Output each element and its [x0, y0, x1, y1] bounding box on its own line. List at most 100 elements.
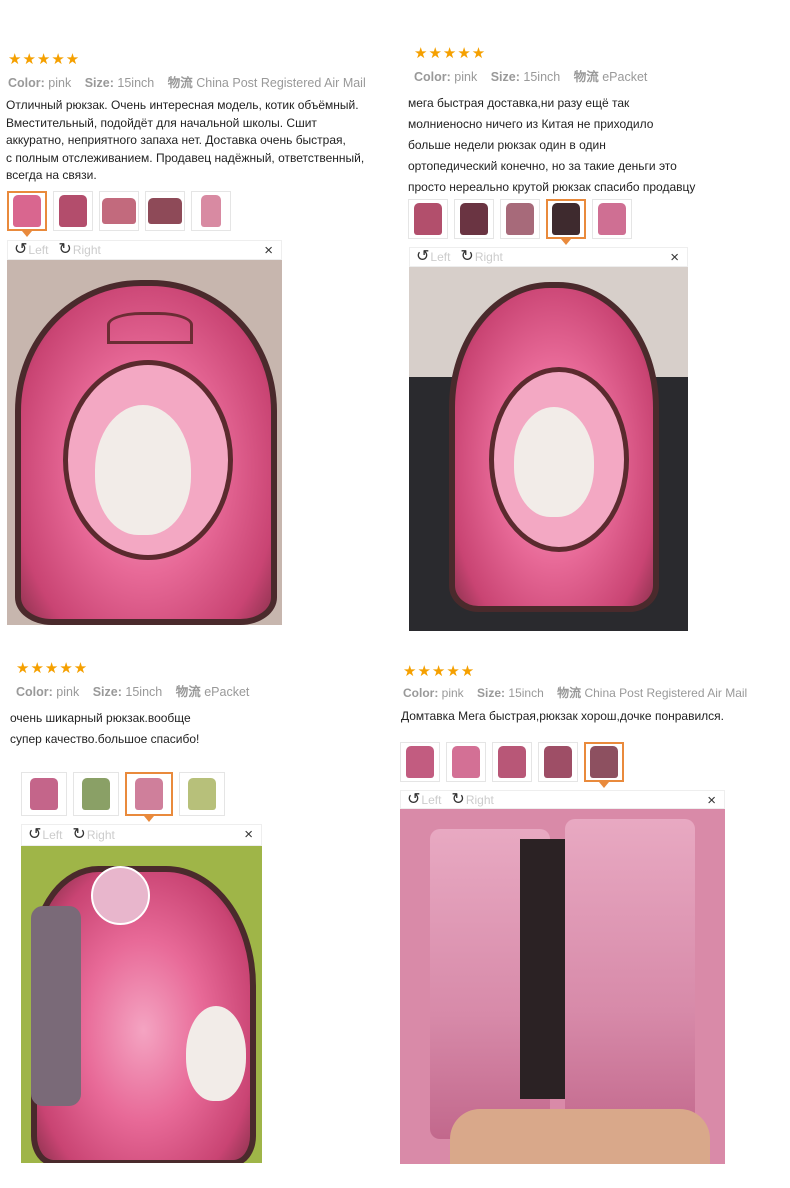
review-photo	[409, 267, 688, 631]
review-card: ★★★★★ Color: pink Size: 15inch 物流 China …	[401, 664, 786, 725]
shipping-label: 物流	[573, 70, 599, 84]
shipping-value: China Post Registered Air Mail	[584, 686, 748, 700]
hang-tag	[91, 866, 150, 925]
review-photo	[400, 809, 725, 1164]
thumbnail[interactable]	[179, 772, 225, 816]
thumbnail[interactable]	[99, 191, 139, 231]
thumbnail[interactable]	[446, 742, 486, 782]
thumbnail[interactable]	[125, 772, 173, 822]
shipping-label: 物流	[175, 685, 201, 699]
thumbnail[interactable]	[7, 191, 47, 237]
viewer-toolbar: ↺ Left ↻ Right ×	[409, 247, 688, 267]
close-icon[interactable]: ×	[707, 792, 716, 809]
review-text: мега быстрая доставка,ни разу ещё так мо…	[408, 96, 696, 194]
review-meta: Color: pink Size: 15inch 物流 ePacket	[414, 66, 782, 85]
thumbnail-strip	[400, 742, 624, 788]
shipping-value: ePacket	[602, 70, 648, 84]
size-value: 15inch	[117, 76, 155, 90]
rotate-left-icon[interactable]: ↺	[407, 791, 420, 808]
thumbnail[interactable]	[454, 199, 494, 239]
thumbnail[interactable]	[53, 191, 93, 231]
close-icon[interactable]: ×	[670, 249, 679, 266]
rotate-right-icon[interactable]: ↻	[58, 242, 71, 258]
rotate-right-icon[interactable]: ↻	[460, 249, 473, 265]
rotate-left-label[interactable]: Left	[42, 828, 62, 842]
thumbnail[interactable]	[500, 199, 540, 239]
rotate-left-label[interactable]: Left	[28, 243, 48, 257]
rotate-right-label[interactable]: Right	[475, 250, 503, 264]
viewer-toolbar: ↺ Left ↻ Right ×	[21, 824, 262, 846]
thumbnail[interactable]	[400, 742, 440, 782]
shipping-value: China Post Registered Air Mail	[196, 76, 366, 90]
review-photo	[21, 846, 262, 1163]
thumbnail[interactable]	[408, 199, 448, 239]
review-card: ★★★★★ Color: pink Size: 15inch 物流 ePacke…	[408, 45, 782, 198]
rating-stars: ★★★★★	[8, 51, 81, 68]
rating-stars: ★★★★★	[16, 660, 89, 677]
review-meta: Color: pink Size: 15inch 物流 China Post R…	[403, 684, 786, 701]
thumbnail[interactable]	[21, 772, 67, 816]
side-pocket	[31, 906, 81, 1106]
size-label: Size:	[92, 685, 122, 699]
color-label: Color:	[16, 685, 53, 699]
shipping-label: 物流	[167, 76, 193, 90]
thumbnail[interactable]	[592, 199, 632, 239]
size-value: 15inch	[508, 686, 544, 700]
thumbnail-strip	[21, 772, 225, 822]
rotate-right-label[interactable]: Right	[466, 793, 494, 807]
close-icon[interactable]: ×	[244, 826, 253, 843]
size-label: Size:	[84, 76, 114, 90]
color-label: Color:	[414, 70, 451, 84]
image-viewer: ↺ Left ↻ Right ×	[400, 790, 725, 1164]
color-label: Color:	[8, 76, 45, 90]
size-label: Size:	[490, 70, 520, 84]
viewer-toolbar: ↺ Left ↻ Right ×	[400, 790, 725, 809]
review-text: очень шикарный рюкзак.вообще супер качес…	[10, 711, 200, 746]
size-value: 15inch	[523, 70, 561, 84]
size-value: 15inch	[125, 685, 163, 699]
shipping-label: 物流	[557, 686, 582, 700]
image-viewer: ↺ Left ↻ Right ×	[21, 824, 262, 1163]
review-text: Домтавка Мега быстрая,рюкзак хорош,дочке…	[401, 709, 724, 723]
image-viewer: ↺ Left ↻ Right ×	[7, 240, 282, 625]
image-viewer: ↺ Left ↻ Right ×	[409, 247, 688, 631]
rotate-left-icon[interactable]: ↺	[14, 242, 27, 258]
rating-stars: ★★★★★	[403, 663, 476, 680]
review-photo	[7, 260, 282, 625]
rating-stars: ★★★★★	[414, 45, 487, 62]
review-card: ★★★★★ Color: pink Size: 15inch 物流 ePacke…	[10, 660, 374, 750]
thumbnail[interactable]	[73, 772, 119, 816]
rotate-left-label[interactable]: Left	[421, 793, 441, 807]
rotate-right-icon[interactable]: ↻	[451, 791, 464, 808]
thumbnail[interactable]	[492, 742, 532, 782]
thumbnail[interactable]	[584, 742, 624, 788]
color-value: pink	[454, 70, 478, 84]
color-value: pink	[48, 76, 72, 90]
rotate-right-label[interactable]: Right	[73, 243, 101, 257]
color-value: pink	[441, 686, 464, 700]
thumbnail-strip	[408, 199, 632, 245]
cat-image	[95, 405, 191, 535]
thumbnail[interactable]	[191, 191, 231, 231]
cat-image	[514, 407, 594, 517]
rotate-left-icon[interactable]: ↺	[28, 827, 41, 843]
size-label: Size:	[477, 686, 506, 700]
rotate-right-label[interactable]: Right	[87, 828, 115, 842]
thumbnail[interactable]	[546, 199, 586, 245]
rotate-right-icon[interactable]: ↻	[72, 827, 85, 843]
close-icon[interactable]: ×	[264, 242, 273, 259]
viewer-toolbar: ↺ Left ↻ Right ×	[7, 240, 282, 260]
crown-decoration	[107, 312, 193, 344]
shipping-value: ePacket	[204, 685, 250, 699]
review-text: Отличный рюкзак. Очень интересная модель…	[6, 98, 365, 182]
rotate-left-icon[interactable]: ↺	[416, 249, 429, 265]
color-label: Color:	[403, 686, 439, 700]
color-value: pink	[56, 685, 80, 699]
review-meta: Color: pink Size: 15inch 物流 China Post R…	[8, 72, 396, 91]
thumbnail-strip	[7, 191, 231, 237]
review-meta: Color: pink Size: 15inch 物流 ePacket	[16, 681, 374, 700]
backpack-interior	[565, 819, 695, 1139]
thumbnail[interactable]	[538, 742, 578, 782]
rotate-left-label[interactable]: Left	[430, 250, 450, 264]
thumbnail[interactable]	[145, 191, 185, 231]
